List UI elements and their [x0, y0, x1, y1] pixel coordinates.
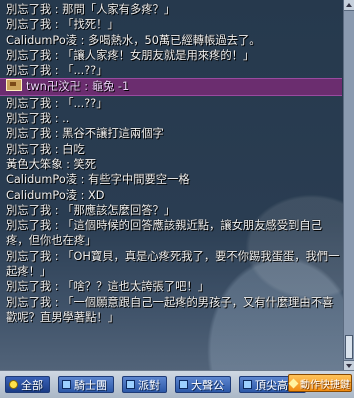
chat-line-text: 別忘了我 : .. — [6, 112, 70, 126]
tab-checkbox-icon — [62, 380, 71, 389]
tab-label: 派對 — [138, 378, 160, 392]
tab-label: 大聲公 — [191, 378, 224, 392]
chat-line-text: 別忘了我 : 「OH寶貝，真是心疼死我了，要不你踢我蛋蛋，我們一起疼！」 — [6, 249, 340, 279]
tab-checkbox-icon — [179, 380, 188, 389]
chat-line: 別忘了我 : 「...??」 — [6, 96, 342, 111]
tab-0[interactable]: 全部 — [5, 376, 50, 393]
chat-line: 別忘了我 : .. — [6, 111, 342, 126]
chat-line: 別忘了我 : 「OH寶貝，真是心疼死我了，要不你踢我蛋蛋，我們一起疼！」 — [6, 249, 342, 280]
tab-2[interactable]: 派對 — [122, 376, 167, 393]
tab-checkbox-icon — [126, 380, 135, 389]
chat-line-text: CalidumPo淩 : XD — [6, 188, 105, 202]
chat-line-text: 別忘了我 : 「那應該怎麼回答？」 — [6, 203, 176, 217]
scroll-up-arrow-icon[interactable] — [344, 0, 354, 11]
action-key-button[interactable]: 動作快捷鍵 — [288, 374, 352, 392]
tab-checkbox-icon — [243, 380, 252, 389]
chat-line-whisper: twn卍汶卍 : 龜兔 -1 — [0, 78, 342, 96]
chat-line-text: 別忘了我 : 白吃 — [6, 142, 85, 156]
scroll-thumb[interactable] — [345, 335, 353, 359]
chat-line: 別忘了我 : 黑谷不讓打這兩個字 — [6, 126, 342, 141]
chat-scrollbar[interactable] — [343, 0, 354, 371]
chat-line: 別忘了我 : 「讓人家疼！女朋友就是用來疼的！」 — [6, 48, 342, 63]
chat-line: 黃色大笨象 : 笑死 — [6, 157, 342, 172]
tab-1[interactable]: 騎士團 — [58, 376, 114, 393]
chat-line-text: 別忘了我 : 「...??」 — [6, 96, 108, 110]
chat-line-text: CalidumPo淩 : 有些字中間要空一格 — [6, 173, 190, 187]
tab-3[interactable]: 大聲公 — [175, 376, 231, 393]
chat-line: 別忘了我 : 那問「人家有多疼？」 — [6, 2, 342, 17]
chat-line: 別忘了我 : 「...??」 — [6, 63, 342, 78]
chat-line: 別忘了我 : 「一個願意跟自己一起疼的男孩子，又有什麼理由不喜歡呢？直男學著點！… — [6, 295, 342, 326]
chat-line-text: twn卍汶卍 : 龜兔 -1 — [26, 80, 130, 94]
chat-line-text: 別忘了我 : 黑谷不讓打這兩個字 — [6, 127, 164, 141]
chat-line: 別忘了我 : 「找死！」 — [6, 17, 342, 32]
chat-line-text: 別忘了我 : 「這個時候的回答應該親近點，讓女朋友感受到自己疼，但你也在疼」 — [6, 219, 323, 248]
chat-line: CalidumPo淩 : 多喝熱水，50萬已經轉帳過去了。 — [6, 33, 342, 48]
chat-line-text: 別忘了我 : 「找死！」 — [6, 18, 119, 32]
chat-line: CalidumPo淩 : 有些字中間要空一格 — [6, 172, 342, 187]
chat-line: CalidumPo淩 : XD — [6, 188, 342, 203]
chat-log: 別忘了我 : 那問「人家有多疼？」 別忘了我 : 「找死！」 CalidumPo淩 … — [0, 0, 342, 368]
chat-line-text: 黃色大笨象 : 笑死 — [6, 157, 97, 171]
chat-line: 別忘了我 : 「那應該怎麼回答？」 — [6, 203, 342, 218]
action-key-label: 動作快捷鍵 — [300, 379, 350, 391]
chat-line-text: 別忘了我 : 那問「人家有多疼？」 — [6, 3, 176, 16]
tab-label: 全部 — [21, 378, 43, 392]
chat-window: 別忘了我 : 那問「人家有多疼？」 別忘了我 : 「找死！」 CalidumPo淩 … — [0, 0, 354, 398]
chat-line: 別忘了我 : 「這個時候的回答應該親近點，讓女朋友感受到自己疼，但你也在疼」 — [6, 218, 342, 249]
spark-icon — [288, 378, 299, 388]
chat-line-text: 別忘了我 : 「讓人家疼！女朋友就是用來疼的！」 — [6, 48, 255, 62]
tab-label: 騎士團 — [74, 378, 107, 392]
chat-line-text: 別忘了我 : 「一個願意跟自己一起疼的男孩子，又有什麼理由不喜歡呢？直男學著點！… — [6, 295, 334, 324]
all-dot-icon — [9, 380, 18, 389]
chat-line-text: 別忘了我 : 「...??」 — [6, 64, 108, 78]
guild-badge-icon — [6, 79, 22, 92]
chat-line: 別忘了我 : 「啥？？這也太誇張了吧！」 — [6, 279, 342, 294]
chat-line-text: 別忘了我 : 「啥？？這也太誇張了吧！」 — [6, 280, 210, 294]
chat-line: 別忘了我 : 白吃 — [6, 142, 342, 157]
chat-line-text: CalidumPo淩 : 多喝熱水，50萬已經轉帳過去了。 — [6, 33, 261, 47]
